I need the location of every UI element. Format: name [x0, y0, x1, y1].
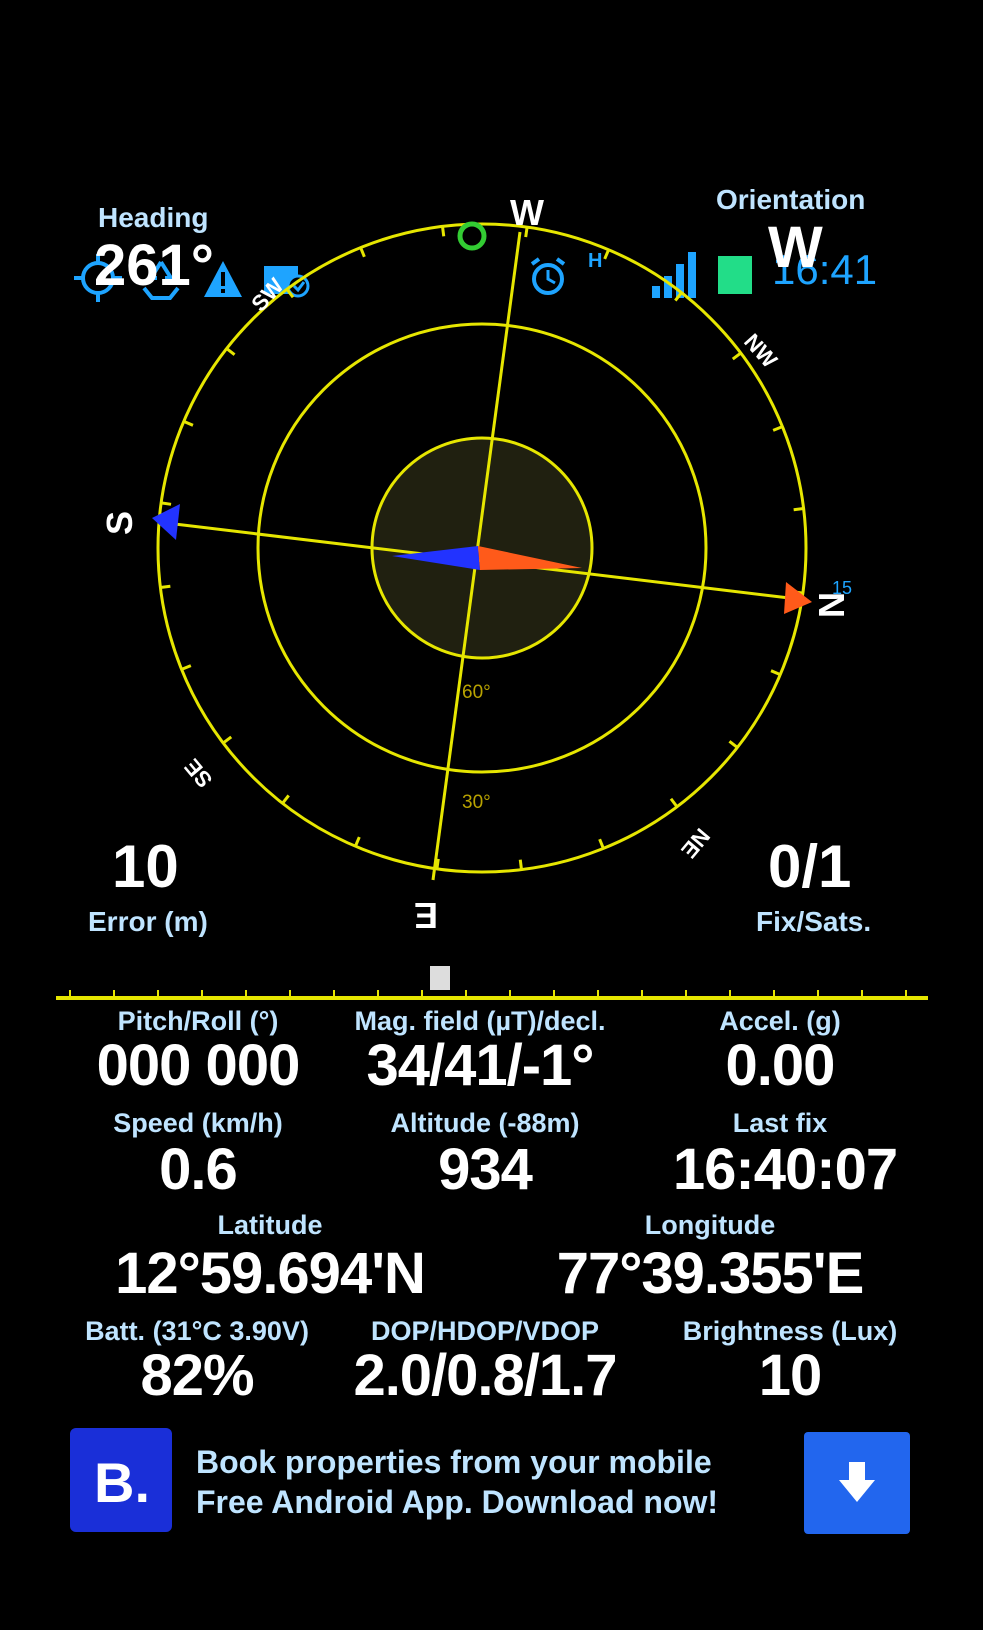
error-label: Error (m)	[88, 906, 208, 937]
ring-label-inner: 60°	[462, 682, 491, 703]
ad-logo-text: B.	[94, 1451, 150, 1514]
last-fix-label: Last fix	[732, 1108, 828, 1138]
compass-tick	[183, 420, 194, 427]
altitude-label: Altitude (-88m)	[390, 1108, 580, 1138]
satellite-marker	[457, 221, 487, 251]
level-indicator-handle	[429, 966, 450, 990]
latitude-value: 12°59.694'N	[115, 1241, 426, 1306]
ad-line-1[interactable]: Book properties from your mobile	[196, 1444, 712, 1481]
satellite-number-label: 15	[832, 578, 853, 598]
compass-dial	[152, 221, 812, 881]
mag-field-value: 34/41/-1°	[366, 1033, 594, 1098]
longitude-label: Longitude	[644, 1210, 776, 1240]
compass-tick	[598, 838, 605, 849]
compass-tick	[281, 794, 290, 805]
cardinal-top: W	[510, 192, 544, 233]
compass-tick	[603, 249, 610, 260]
longitude-value: 77°39.355'E	[556, 1241, 865, 1306]
battery-stat-value: 82%	[140, 1343, 254, 1408]
altitude-value: 934	[438, 1137, 533, 1202]
download-button[interactable]	[804, 1432, 910, 1534]
fix-sats-label: Fix/Sats.	[756, 906, 872, 937]
compass-tick	[225, 347, 236, 356]
compass-tick	[793, 507, 804, 512]
compass-tick	[181, 664, 192, 671]
compass-tick	[222, 735, 233, 745]
cardinal-bottom: E	[414, 895, 439, 936]
compass-tick	[160, 501, 172, 506]
latitude-label: Latitude	[217, 1210, 323, 1240]
speed-value: 0.6	[159, 1137, 238, 1202]
compass-tick	[772, 425, 783, 432]
level-indicator	[56, 990, 928, 1000]
compass-tick	[674, 291, 683, 302]
north-marker-icon	[784, 582, 812, 614]
error-value: 10	[112, 833, 179, 900]
compass-tick	[669, 797, 679, 808]
ad-logo[interactable]: B.	[70, 1428, 172, 1532]
download-arrow-icon	[839, 1462, 875, 1502]
compass-tick	[441, 226, 446, 237]
pitch-roll-value: 000 000	[96, 1033, 301, 1098]
speed-label: Speed (km/h)	[113, 1108, 283, 1138]
south-marker-icon	[152, 504, 180, 540]
compass-tick	[728, 740, 739, 749]
dop-value: 2.0/0.8/1.7	[353, 1343, 617, 1408]
compass-tick	[359, 247, 366, 258]
last-fix-value: 16:40:07	[672, 1137, 898, 1202]
accel-value: 0.00	[725, 1033, 836, 1098]
compass-tick	[160, 584, 171, 589]
ring-label-middle: 30°	[462, 792, 491, 813]
brightness-value: 10	[758, 1343, 823, 1408]
ad-banner[interactable]: B. Book properties from your mobile Free…	[60, 1424, 920, 1544]
compass-tick	[731, 351, 742, 361]
ad-line-2[interactable]: Free Android App. Download now!	[196, 1484, 718, 1521]
compass-tick	[518, 859, 523, 870]
fix-sats-value: 0/1	[768, 833, 852, 900]
compass-tick	[354, 836, 361, 847]
cardinal-left: S	[99, 510, 141, 536]
compass-tick	[770, 669, 781, 676]
